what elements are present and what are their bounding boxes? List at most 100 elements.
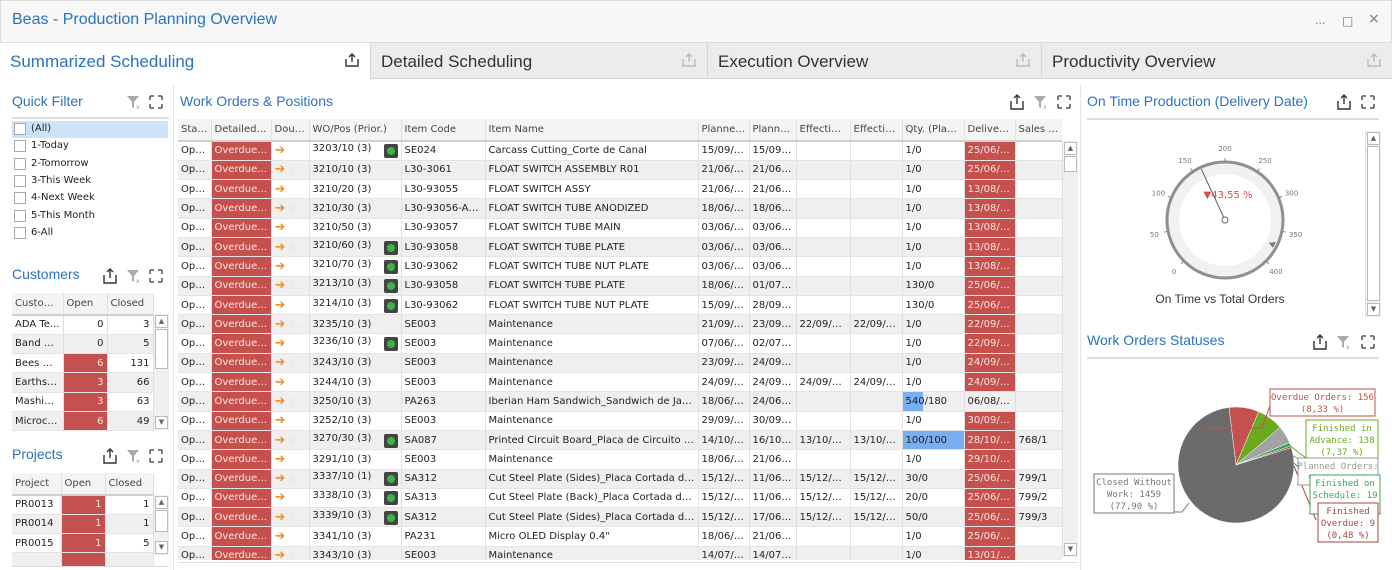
table-row[interactable]: Open Overdue ... ➜ 3... 3250/10 (3) PA263 Iber… xyxy=(178,391,1062,412)
table-row[interactable]: PR0013 1 1 xyxy=(12,495,154,515)
table-row[interactable]: Open Overdue ... ➜ 3341/10 (3) PA231 Micro OL… xyxy=(178,526,1062,547)
table-row[interactable]: Open Overdue ... ➜ 3252/10 (3) SE003 Maintena… xyxy=(178,411,1062,431)
checkbox[interactable] xyxy=(14,140,26,153)
table-row[interactable]: Open Overdue ... ➜ 3338/10 (3) SA313 Cut Stee… xyxy=(178,488,1062,509)
quick-filter-option[interactable]: 2-Tomorrow xyxy=(12,156,168,173)
scroll-thumb[interactable] xyxy=(1367,146,1380,301)
scroll-thumb[interactable] xyxy=(155,329,168,369)
table-row[interactable]: Open Overdue ... ➜ 3... 3210/10 (3) L30-3061 F… xyxy=(178,160,1062,181)
table-row[interactable]: PR0015 1 5 xyxy=(12,533,154,554)
table-row[interactable]: Open Overdue ... ➜ 3214/10 (3) L30-93062 FLOA… xyxy=(178,295,1062,316)
more-options-button[interactable]: ... xyxy=(1315,14,1326,27)
tab-summarized-scheduling[interactable]: Summarized Scheduling xyxy=(0,43,371,80)
tab-detailed-scheduling[interactable]: Detailed Scheduling xyxy=(371,43,708,79)
tab-execution-overview[interactable]: Execution Overview xyxy=(708,43,1042,79)
table-row[interactable]: Band & ... 0 5 xyxy=(12,334,154,355)
maximize-panel-icon[interactable] xyxy=(1360,94,1376,110)
customers-scrollbar[interactable]: ▲ ▼ xyxy=(153,314,169,430)
column-header[interactable]: Sales O... xyxy=(1015,119,1062,142)
table-row[interactable]: Open Overdue ... ➜ 3244/10 (3) SE003 Maintena… xyxy=(178,372,1062,393)
scroll-thumb[interactable] xyxy=(155,510,168,532)
tab-productivity-overview[interactable]: Productivity Overview xyxy=(1042,43,1392,79)
scroll-down-button[interactable]: ▼ xyxy=(1064,543,1077,556)
column-header[interactable]: Detailed S... xyxy=(211,119,272,142)
table-row[interactable]: Open Overdue ... ➜ 3210/50 (3) L30-93057 FLOA… xyxy=(178,218,1062,238)
checkbox[interactable] xyxy=(14,157,26,170)
table-row[interactable]: Open Overdue ... ➜ 3... 3213/10 (3) L30-93058… xyxy=(178,276,1062,296)
clear-filter-icon[interactable]: x xyxy=(126,268,142,284)
column-header-customer[interactable]: Customer xyxy=(12,293,64,316)
table-row[interactable]: Microchips 6 49 xyxy=(12,411,154,432)
table-row[interactable]: Open Overdue ... ➜ 3... 3343/10 (3) SE003 Main… xyxy=(178,546,1062,560)
export-icon[interactable] xyxy=(102,448,118,464)
column-header[interactable]: Delivery... xyxy=(964,119,1016,142)
column-header[interactable]: Qty. (Plan/... xyxy=(902,119,965,142)
share-icon[interactable] xyxy=(1366,53,1382,67)
table-row[interactable]: ADA Te... 0 3 xyxy=(12,315,154,335)
table-row[interactable]: Open Overdue ... ➜ 3... 3270/30 (3) SA087 Prin… xyxy=(178,430,1062,451)
clear-filter-icon[interactable]: x xyxy=(1033,94,1049,110)
scroll-down-button[interactable]: ▼ xyxy=(155,416,168,429)
column-header[interactable]: Planne... xyxy=(749,119,797,142)
column-header[interactable]: Stat... xyxy=(178,119,212,142)
column-header-closed[interactable]: Closed xyxy=(107,293,154,316)
table-row[interactable]: Open Overdue ... ➜ 3203/10 (3) SE024 Carcass … xyxy=(178,141,1062,161)
column-header-open[interactable]: Open xyxy=(61,473,106,496)
checkbox[interactable] xyxy=(14,123,26,135)
quick-filter-option[interactable]: 4-Next Week xyxy=(12,190,168,207)
maximize-panel-icon[interactable] xyxy=(1056,94,1072,110)
quick-filter-option[interactable]: (All) xyxy=(12,121,168,138)
column-header-closed[interactable]: Closed xyxy=(105,473,154,496)
table-row[interactable]: Open Overdue ... ➜ 3... 3243/10 (3) SE003 Main… xyxy=(178,353,1062,374)
share-icon[interactable] xyxy=(681,53,697,67)
scroll-up-button[interactable]: ▲ xyxy=(1064,142,1077,155)
scroll-thumb[interactable] xyxy=(1064,156,1077,172)
quick-filter-option[interactable]: 6-All xyxy=(12,225,168,242)
quick-filter-option[interactable]: 3-This Week xyxy=(12,173,168,190)
share-icon[interactable] xyxy=(1015,53,1031,67)
clear-filter-icon[interactable]: x xyxy=(126,94,142,110)
scroll-down-button[interactable]: ▼ xyxy=(1367,303,1380,316)
table-row[interactable]: Open Overdue ... ➜ 3... 3210/30 (3) L30-93056… xyxy=(178,198,1062,219)
table-row[interactable]: Open Overdue ... ➜ 3236/10 (3) SE003 Maintena… xyxy=(178,333,1062,354)
column-header-open[interactable]: Open xyxy=(63,293,108,316)
clear-filter-icon[interactable]: x xyxy=(1336,334,1352,350)
export-icon[interactable] xyxy=(102,268,118,284)
table-row[interactable]: Open Overdue ... ➜ 3... 3210/60 (3) L30-93058… xyxy=(178,237,1062,258)
scroll-down-button[interactable]: ▼ xyxy=(155,541,168,554)
export-icon[interactable] xyxy=(1312,334,1328,350)
maximize-button[interactable]: □ xyxy=(1342,14,1353,28)
table-row[interactable]: Earthsh... 3 66 xyxy=(12,372,154,393)
export-icon[interactable] xyxy=(1009,94,1025,110)
column-header[interactable]: Effective... xyxy=(796,119,851,142)
column-header[interactable]: Item Name xyxy=(485,119,699,142)
table-row[interactable]: Open Overdue ... ➜ 3... 3337/10 (1) SA312 Cut … xyxy=(178,469,1062,489)
maximize-panel-icon[interactable] xyxy=(1360,334,1376,350)
column-header[interactable]: Planned ... xyxy=(698,119,750,142)
maximize-panel-icon[interactable] xyxy=(148,94,164,110)
scroll-up-button[interactable]: ▲ xyxy=(155,315,168,328)
checkbox[interactable] xyxy=(14,209,26,222)
checkbox[interactable] xyxy=(14,226,26,239)
clear-filter-icon[interactable]: x xyxy=(126,448,142,464)
table-row[interactable]: Bees Co... 6 131 xyxy=(12,353,154,374)
table-row[interactable] xyxy=(12,552,154,566)
table-row[interactable]: Open Overdue ... ➜ 3210/70 (3) L30-93062 FLOA… xyxy=(178,256,1062,277)
column-header[interactable]: Item Code xyxy=(401,119,486,142)
checkbox[interactable] xyxy=(14,192,26,205)
table-row[interactable]: Open Overdue ... ➜ 3... 3339/10 (3) SA312 Cut … xyxy=(178,507,1062,528)
export-icon[interactable] xyxy=(1336,94,1352,110)
column-header[interactable]: Effectiv... xyxy=(850,119,903,142)
quick-filter-option[interactable]: 1-Today xyxy=(12,138,168,155)
table-row[interactable]: Open Overdue ... ➜ 3... 3235/10 (3) SE003 Main… xyxy=(178,314,1062,335)
table-row[interactable]: Mashina... 3 63 xyxy=(12,392,154,412)
checkbox[interactable] xyxy=(14,174,26,187)
column-header[interactable]: Doub... xyxy=(271,119,310,142)
column-header-project[interactable]: Project xyxy=(12,473,62,496)
table-row[interactable]: Open Overdue ... ➜ 3291/10 (3) SE003 Maintena… xyxy=(178,449,1062,470)
on-time-scrollbar[interactable]: ▲ ▼ xyxy=(1365,131,1381,317)
maximize-panel-icon[interactable] xyxy=(148,448,164,464)
quick-filter-option[interactable]: 5-This Month xyxy=(12,208,168,225)
scroll-up-button[interactable]: ▲ xyxy=(1367,132,1380,145)
close-button[interactable]: × xyxy=(1368,11,1380,27)
